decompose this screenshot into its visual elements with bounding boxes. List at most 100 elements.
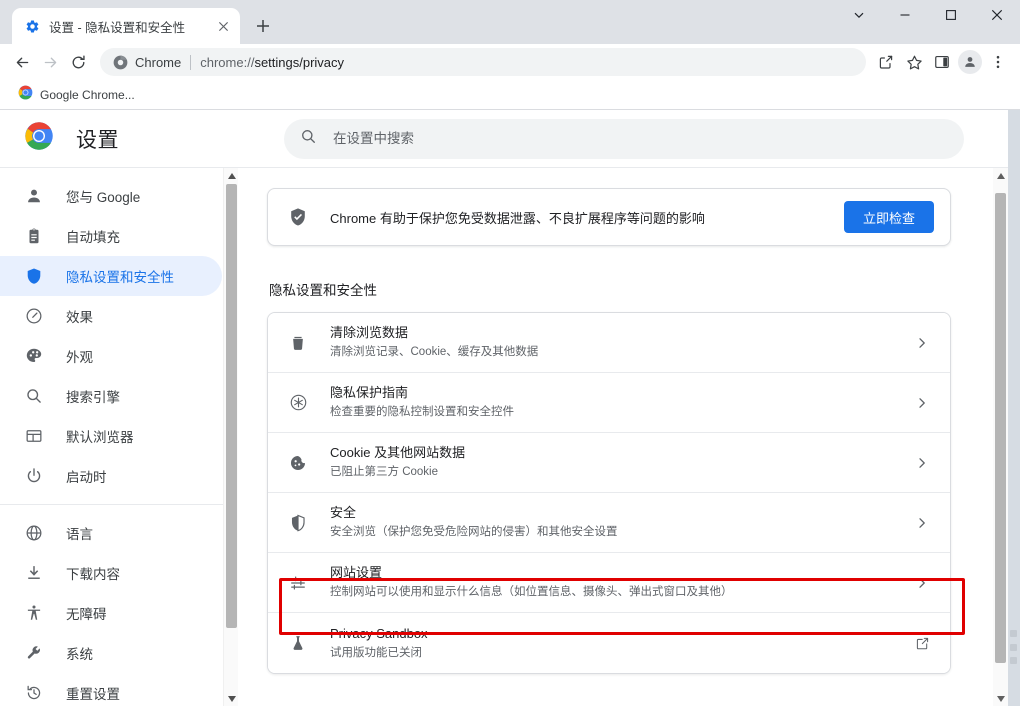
- sidebar-item-label: 效果: [66, 306, 93, 326]
- settings-content: Chrome 有助于保护您免受数据泄露、不良扩展程序等问题的影响 立即检查 隐私…: [238, 168, 1008, 706]
- power-icon: [24, 466, 44, 486]
- close-button[interactable]: [974, 0, 1020, 30]
- sidebar-item-label: 默认浏览器: [66, 426, 134, 446]
- search-input[interactable]: [333, 131, 948, 146]
- chevron-right-icon[interactable]: [912, 573, 932, 593]
- settings-row-security[interactable]: 安全 安全浏览（保护您免受危险网站的侵害）和其他安全设置: [268, 493, 950, 553]
- sidebar-item-default-browser[interactable]: 默认浏览器: [0, 416, 222, 456]
- share-icon[interactable]: [872, 48, 900, 76]
- external-link-icon[interactable]: [912, 633, 932, 653]
- scroll-up-icon[interactable]: [993, 168, 1008, 183]
- settings-row-privacy-sandbox[interactable]: Privacy Sandbox 试用版功能已关闭: [268, 613, 950, 673]
- sidebar-item-you-and-google[interactable]: 您与 Google: [0, 176, 222, 216]
- chevron-right-icon[interactable]: [912, 333, 932, 353]
- speedometer-icon: [24, 306, 44, 326]
- back-arrow-icon[interactable]: [8, 48, 36, 76]
- settings-row-privacy-guide[interactable]: 隐私保护指南 检查重要的隐私控制设置和安全控件: [268, 373, 950, 433]
- content-inner: Chrome 有助于保护您免受数据泄露、不良扩展程序等问题的影响 立即检查 隐私…: [267, 168, 951, 674]
- section-title: 隐私设置和安全性: [269, 279, 951, 299]
- sidebar-item-languages[interactable]: 语言: [0, 513, 222, 553]
- three-dot-menu-icon[interactable]: [984, 48, 1012, 76]
- sidebar-item-accessibility[interactable]: 无障碍: [0, 593, 222, 633]
- scroll-down-icon[interactable]: [224, 691, 238, 706]
- resize-grip[interactable]: [1010, 630, 1018, 664]
- close-icon[interactable]: [214, 17, 232, 35]
- reload-icon[interactable]: [64, 48, 92, 76]
- browser-tab[interactable]: 设置 - 隐私设置和安全性: [12, 8, 240, 44]
- row-title: 安全: [330, 504, 912, 522]
- new-tab-button[interactable]: [249, 12, 277, 40]
- sidebar-item-search-engine[interactable]: 搜索引擎: [0, 376, 222, 416]
- bookmark-item[interactable]: Google Chrome...: [10, 83, 143, 107]
- forward-arrow-icon[interactable]: [36, 48, 64, 76]
- row-subtitle: 安全浏览（保护您免受危险网站的侵害）和其他安全设置: [330, 524, 912, 541]
- sidebar-item-appearance[interactable]: 外观: [0, 336, 222, 376]
- download-icon: [24, 563, 44, 583]
- settings-search-box[interactable]: [284, 119, 964, 159]
- row-texts: 安全 安全浏览（保护您免受危险网站的侵害）和其他安全设置: [330, 504, 912, 541]
- sidebar-item-label: 无障碍: [66, 603, 107, 623]
- tune-sliders-icon: [288, 573, 308, 593]
- sidebar-scrollbar-thumb[interactable]: [226, 184, 237, 628]
- chevron-right-icon[interactable]: [912, 453, 932, 473]
- safety-check-text: Chrome 有助于保护您免受数据泄露、不良扩展程序等问题的影响: [330, 208, 844, 227]
- scroll-up-icon[interactable]: [224, 168, 238, 183]
- sidebar-item-autofill[interactable]: 自动填充: [0, 216, 222, 256]
- sidebar-item-reset-settings[interactable]: 重置设置: [0, 673, 222, 706]
- content-scrollbar-thumb[interactable]: [995, 193, 1006, 663]
- history-restore-icon: [24, 683, 44, 703]
- row-subtitle: 检查重要的隐私控制设置和安全控件: [330, 404, 912, 421]
- window-right-strip: [1008, 110, 1020, 706]
- row-texts: 清除浏览数据 清除浏览记录、Cookie、缓存及其他数据: [330, 324, 912, 361]
- omnibox-url: chrome://settings/privacy: [200, 55, 344, 70]
- settings-row-cookies[interactable]: Cookie 及其他网站数据 已阻止第三方 Cookie: [268, 433, 950, 493]
- row-title: Privacy Sandbox: [330, 625, 912, 643]
- settings-body: 您与 Google 自动填充 隐: [0, 167, 1008, 706]
- chrome-grey-icon: [112, 54, 128, 70]
- sidebar-item-privacy-and-security[interactable]: 隐私设置和安全性: [0, 256, 222, 296]
- sidebar-item-downloads[interactable]: 下载内容: [0, 553, 222, 593]
- settings-header: 设置: [0, 110, 1008, 167]
- privacy-settings-card: 清除浏览数据 清除浏览记录、Cookie、缓存及其他数据: [267, 312, 951, 674]
- sidebar-item-system[interactable]: 系统: [0, 633, 222, 673]
- bookmarks-bar: Google Chrome...: [0, 80, 1020, 110]
- sidebar-item-label: 您与 Google: [66, 186, 140, 206]
- side-panel-icon[interactable]: [928, 48, 956, 76]
- content-scrollbar[interactable]: [993, 168, 1008, 706]
- globe-icon: [24, 523, 44, 543]
- toolbar-actions: [872, 48, 1012, 76]
- sidebar-item-on-startup[interactable]: 启动时: [0, 456, 222, 496]
- sidebar-item-label: 语言: [66, 523, 93, 543]
- settings-gear-icon: [24, 18, 40, 34]
- shield-icon: [24, 266, 44, 286]
- chevron-right-icon[interactable]: [912, 513, 932, 533]
- tab-search-button[interactable]: [836, 0, 882, 30]
- chevron-right-icon[interactable]: [912, 393, 932, 413]
- chrome-logo-icon: [18, 85, 33, 105]
- avatar: [958, 50, 982, 74]
- scroll-down-icon[interactable]: [993, 691, 1008, 706]
- minimize-button[interactable]: [882, 0, 928, 30]
- row-subtitle: 已阻止第三方 Cookie: [330, 464, 912, 481]
- row-title: 清除浏览数据: [330, 324, 912, 342]
- search-icon: [300, 128, 317, 150]
- sidebar-item-label: 启动时: [66, 466, 107, 486]
- row-texts: Cookie 及其他网站数据 已阻止第三方 Cookie: [330, 444, 912, 481]
- settings-row-site-settings[interactable]: 网站设置 控制网站可以使用和显示什么信息（如位置信息、摄像头、弹出式窗口及其他）: [268, 553, 950, 613]
- check-now-button[interactable]: 立即检查: [844, 201, 934, 233]
- row-title: 隐私保护指南: [330, 384, 912, 402]
- sidebar-item-label: 隐私设置和安全性: [66, 266, 174, 286]
- star-icon[interactable]: [900, 48, 928, 76]
- search-icon: [24, 386, 44, 406]
- sidebar-item-performance[interactable]: 效果: [0, 296, 222, 336]
- settings-row-clear-browsing-data[interactable]: 清除浏览数据 清除浏览记录、Cookie、缓存及其他数据: [268, 313, 950, 373]
- trash-icon: [288, 333, 308, 353]
- maximize-button[interactable]: [928, 0, 974, 30]
- sidebar-scrollbar[interactable]: [223, 168, 238, 706]
- safety-check-card: Chrome 有助于保护您免受数据泄露、不良扩展程序等问题的影响 立即检查: [267, 188, 951, 246]
- profile-avatar-icon[interactable]: [956, 48, 984, 76]
- settings-sidebar: 您与 Google 自动填充 隐: [0, 168, 238, 706]
- browser-window: 设置 - 隐私设置和安全性: [0, 0, 1020, 706]
- bookmark-label: Google Chrome...: [40, 88, 135, 102]
- address-bar[interactable]: Chrome chrome://settings/privacy: [100, 48, 866, 76]
